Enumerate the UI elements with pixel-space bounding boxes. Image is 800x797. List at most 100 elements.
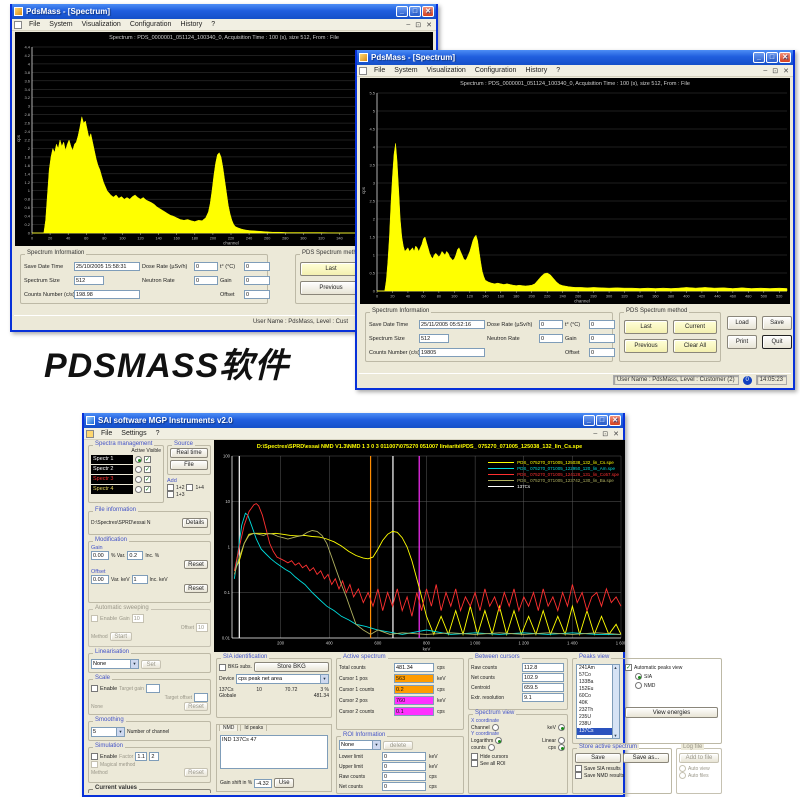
maximize-button[interactable]: □ — [409, 6, 421, 17]
current-button[interactable]: Current — [673, 320, 717, 334]
offset-field[interactable]: 0 — [244, 290, 270, 299]
store-save-as-button[interactable]: Save as... — [623, 753, 669, 763]
window2-titlebar[interactable]: PdsMass - [Spectrum] _ □ ✕ — [357, 50, 793, 65]
mdi-close-icon[interactable]: ✕ — [781, 67, 791, 75]
maximize-button[interactable]: □ — [596, 415, 608, 426]
sim-reset-button[interactable]: Reset — [184, 768, 208, 777]
simulation-enable-checkbox[interactable] — [91, 753, 98, 760]
minimize-button[interactable]: _ — [396, 6, 408, 17]
real-time-button[interactable]: Real time — [170, 448, 208, 458]
scale-enable-checkbox[interactable] — [91, 685, 98, 692]
nmd-radio[interactable] — [635, 682, 642, 689]
hide-cursors-checkbox[interactable] — [471, 753, 478, 760]
details-button[interactable]: Details — [182, 518, 208, 528]
save-button[interactable]: Save — [762, 316, 792, 330]
sweeping-gain-field[interactable]: 10 — [132, 614, 144, 623]
offset-inc-field[interactable]: 1 — [132, 575, 148, 584]
view-energies-button[interactable]: View energies — [625, 707, 718, 718]
use-button[interactable]: Use — [274, 778, 294, 788]
menu-visualization[interactable]: Visualization — [78, 21, 125, 28]
neutron-rate-field[interactable]: 0 — [194, 276, 218, 285]
kev-radio[interactable] — [558, 724, 565, 731]
minimize-button[interactable]: _ — [583, 415, 595, 426]
add-1-3-checkbox[interactable] — [167, 491, 174, 498]
gain-field[interactable]: 0 — [589, 334, 615, 343]
menu-configuration[interactable]: Configuration — [126, 21, 176, 28]
quit-button[interactable]: Quit — [762, 335, 792, 349]
roi-delete-button[interactable]: delete — [383, 741, 413, 750]
counts-radio[interactable] — [488, 744, 495, 751]
close-button[interactable]: ✕ — [779, 52, 791, 63]
device-dropdown[interactable]: cps peak net area▼ — [236, 674, 329, 684]
mdi-restore-icon[interactable]: ⊡ — [770, 67, 780, 75]
spectr-4-visible-checkbox[interactable]: ✓ — [144, 486, 151, 493]
neutron-rate-field[interactable]: 0 — [539, 334, 563, 343]
previous-button[interactable]: Previous — [624, 339, 668, 353]
mdi-close-icon[interactable]: ✕ — [611, 430, 621, 438]
sweeping-enable-checkbox[interactable] — [91, 615, 98, 622]
menu-history[interactable]: History — [176, 21, 206, 28]
sia-radio[interactable] — [635, 673, 642, 680]
file-source-button[interactable]: File — [170, 460, 208, 470]
mdi-minimize-icon[interactable]: – — [761, 67, 769, 74]
spectr-2-visible-checkbox[interactable]: ✓ — [144, 466, 151, 473]
last-button[interactable]: Last — [300, 262, 362, 276]
window2-spectrum-chart[interactable]: 00.511.522.533.544.555.50204060801001201… — [360, 90, 790, 304]
save-nmd-checkbox[interactable] — [575, 772, 582, 779]
sweeping-start-button[interactable]: Start — [110, 632, 132, 641]
minimize-button[interactable]: _ — [753, 52, 765, 63]
add-to-file-button[interactable]: Add to file — [679, 753, 719, 763]
load-button[interactable]: Load — [727, 316, 757, 330]
tab-id-peaks[interactable]: Id peaks — [240, 724, 267, 731]
add-1-4-checkbox[interactable] — [186, 484, 193, 491]
linearisation-set-button[interactable]: Set — [141, 660, 161, 669]
mdi-minimize-icon[interactable]: – — [404, 21, 412, 28]
lower-limit-value[interactable]: 0 — [382, 752, 426, 761]
window3-titlebar[interactable]: SAI software MGP Instruments v2.0 _ □ ✕ — [84, 413, 623, 428]
close-button[interactable]: ✕ — [609, 415, 621, 426]
maximize-button[interactable]: □ — [766, 52, 778, 63]
gain-reset-button[interactable]: Reset — [184, 560, 208, 569]
mdi-restore-icon[interactable]: ⊡ — [600, 430, 610, 438]
menu-file[interactable]: File — [370, 67, 389, 74]
menu-configuration[interactable]: Configuration — [471, 67, 521, 74]
spectr-4-active-radio[interactable] — [135, 486, 142, 493]
logarithm-radio[interactable] — [495, 737, 502, 744]
spectr-3-visible-checkbox[interactable]: ✓ — [144, 476, 151, 483]
offset-reset-button[interactable]: Reset — [184, 584, 208, 593]
gain-spinner[interactable]: 0.00 — [91, 551, 109, 560]
linear-radio[interactable] — [558, 737, 565, 744]
scrollbar[interactable] — [612, 665, 619, 738]
offset-spinner[interactable]: 0.00 — [91, 575, 109, 584]
menu-system[interactable]: System — [45, 21, 76, 28]
gain-field[interactable]: 0 — [244, 276, 270, 285]
mdi-minimize-icon[interactable]: – — [591, 430, 599, 437]
menu-help[interactable]: ? — [552, 67, 564, 74]
mdi-restore-icon[interactable]: ⊡ — [413, 21, 423, 29]
save-sia-checkbox[interactable] — [575, 765, 582, 772]
auto-peaks-checkbox[interactable]: ✓ — [625, 664, 632, 671]
counts-field[interactable]: 19805 — [419, 348, 485, 357]
dose-rate-field[interactable]: 0 — [539, 320, 563, 329]
sweeping-offset-field[interactable]: 10 — [196, 623, 208, 632]
previous-button[interactable]: Previous — [300, 281, 362, 295]
menu-help[interactable]: ? — [152, 430, 164, 437]
store-save-button[interactable]: Save — [575, 753, 621, 763]
roi-dropdown[interactable]: None▼ — [339, 740, 381, 750]
auto-files-radio[interactable] — [679, 772, 686, 779]
linearisation-dropdown[interactable]: None▼ — [91, 659, 139, 669]
spectr-1-active-radio[interactable] — [135, 456, 142, 463]
spectr-2-active-radio[interactable] — [135, 466, 142, 473]
nb-field[interactable]: 2 — [149, 752, 159, 761]
close-button[interactable]: ✕ — [422, 6, 434, 17]
target-offset-field[interactable] — [194, 693, 208, 702]
target-gain-field[interactable] — [146, 684, 160, 693]
print-button[interactable]: Print — [727, 335, 757, 349]
offset-field[interactable]: 0 — [589, 348, 615, 357]
spectr-3-active-radio[interactable] — [135, 476, 142, 483]
window1-titlebar[interactable]: PdsMass - [Spectrum] _ □ ✕ — [12, 4, 436, 19]
upper-limit-value[interactable]: 0 — [382, 762, 426, 771]
spectrum-size-field[interactable]: 512 — [419, 334, 449, 343]
dose-rate-field[interactable]: 0 — [194, 262, 218, 271]
clear-all-button[interactable]: Clear All — [673, 339, 717, 353]
